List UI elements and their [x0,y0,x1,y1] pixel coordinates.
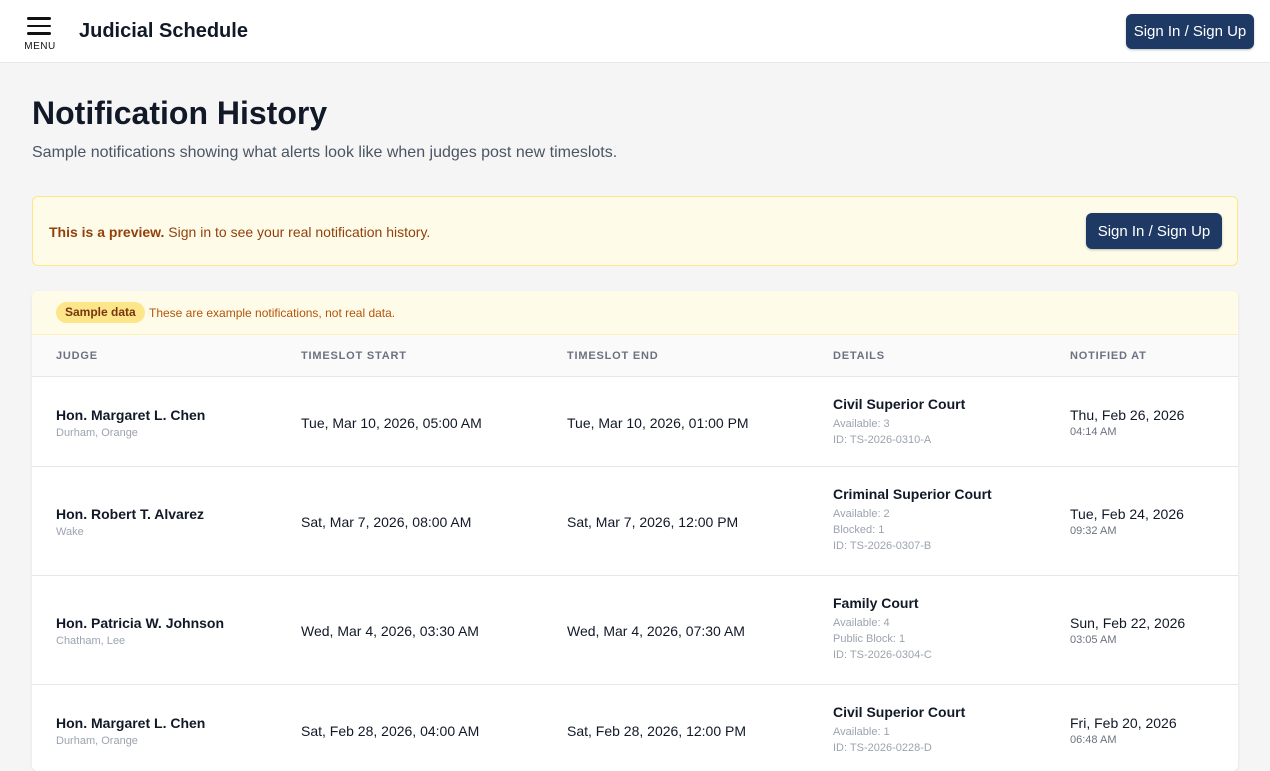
table-row[interactable]: Hon. Robert T. Alvarez Wake Sat, Mar 7, … [32,467,1238,576]
sample-data-badge: Sample data [56,302,145,323]
notified-time: 06:48 AM [1070,734,1117,746]
detail-available: Available: 1 [833,726,890,738]
notified-at-cell: Sun, Feb 22, 2026 03:05 AM [1070,615,1185,646]
column-header-timeslot-end: TIMESLOT END [567,350,659,362]
sample-data-strip: Sample data These are example notificati… [32,291,1238,335]
notified-at-cell: Thu, Feb 26, 2026 04:14 AM [1070,407,1184,438]
detail-available: Available: 3 [833,418,890,430]
preview-message-text: Sign in to see your real notification hi… [164,224,431,240]
notified-date: Tue, Feb 24, 2026 [1070,506,1184,522]
column-header-notified-at: NOTIFIED AT [1070,350,1147,362]
timeslot-id: ID: TS-2026-0307-B [833,540,932,552]
notified-time: 03:05 AM [1070,634,1117,646]
timeslot-end: Tue, Mar 10, 2026, 01:00 PM [567,415,749,431]
hamburger-icon [27,17,51,35]
header-sign-in-button[interactable]: Sign In / Sign Up [1126,14,1254,49]
timeslot-end: Sat, Feb 28, 2026, 12:00 PM [567,723,747,739]
court-type: Criminal Superior Court [833,486,992,502]
timeslot-start: Tue, Mar 10, 2026, 05:00 AM [301,415,482,431]
judge-counties: Chatham, Lee [56,635,126,647]
notified-at-cell: Tue, Feb 24, 2026 09:32 AM [1070,506,1184,537]
timeslot-id: ID: TS-2026-0304-C [833,649,932,661]
details-cell: Family Court Available: 4 Public Block: … [833,595,932,661]
timeslot-start: Wed, Mar 4, 2026, 03:30 AM [301,623,479,639]
detail-available: Available: 4 [833,617,890,629]
details-cell: Civil Superior Court Available: 1 ID: TS… [833,704,965,754]
preview-banner: This is a preview. Sign in to see your r… [32,196,1238,266]
table-header: JUDGE TIMESLOT START TIMESLOT END DETAIL… [32,335,1238,377]
notified-time: 09:32 AM [1070,525,1117,537]
judge-counties: Durham, Orange [56,427,138,439]
judge-counties: Wake [56,526,84,538]
sample-data-note: These are example notifications, not rea… [149,306,396,320]
column-header-judge: JUDGE [56,350,98,362]
judge-name: Hon. Margaret L. Chen [56,407,206,423]
notified-at-cell: Fri, Feb 20, 2026 06:48 AM [1070,715,1177,746]
court-type: Civil Superior Court [833,704,966,720]
timeslot-end: Sat, Mar 7, 2026, 12:00 PM [567,514,739,530]
page-title: Notification History [32,95,328,131]
table-row[interactable]: Hon. Margaret L. Chen Durham, Orange Sat… [32,685,1238,771]
preview-message-bold: This is a preview. [49,224,165,240]
judge-cell: Hon. Robert T. Alvarez Wake [56,506,204,538]
notifications-table: Sample data These are example notificati… [32,291,1238,771]
judge-name: Hon. Robert T. Alvarez [56,506,205,522]
page-subtitle: Sample notifications showing what alerts… [32,144,618,161]
notified-date: Thu, Feb 26, 2026 [1070,407,1185,423]
notified-time: 04:14 AM [1070,426,1117,438]
banner-sign-in-button[interactable]: Sign In / Sign Up [1086,213,1222,249]
detail-public-block: Public Block: 1 [833,633,906,645]
detail-blocked: Blocked: 1 [833,524,885,536]
menu-label: MENU [24,41,56,52]
judge-name: Hon. Margaret L. Chen [56,715,206,731]
app-title: Judicial Schedule [79,20,248,42]
judge-name: Hon. Patricia W. Johnson [56,615,225,631]
timeslot-end: Wed, Mar 4, 2026, 07:30 AM [567,623,745,639]
table-row[interactable]: Hon. Patricia W. Johnson Chatham, Lee We… [32,576,1238,685]
column-header-timeslot-start: TIMESLOT START [301,350,407,362]
timeslot-start: Sat, Mar 7, 2026, 08:00 AM [301,514,472,530]
court-type: Family Court [833,595,919,611]
preview-message: This is a preview. Sign in to see your r… [49,224,430,240]
details-cell: Civil Superior Court Available: 3 ID: TS… [833,396,965,446]
judge-cell: Hon. Margaret L. Chen Durham, Orange [56,715,205,747]
column-header-details: DETAILS [833,350,885,362]
court-type: Civil Superior Court [833,396,966,412]
notified-date: Fri, Feb 20, 2026 [1070,715,1177,731]
timeslot-id: ID: TS-2026-0310-A [833,434,932,446]
judge-cell: Hon. Patricia W. Johnson Chatham, Lee [56,615,224,647]
details-cell: Criminal Superior Court Available: 2 Blo… [833,486,992,552]
timeslot-id: ID: TS-2026-0228-D [833,742,932,754]
timeslot-start: Sat, Feb 28, 2026, 04:00 AM [301,723,480,739]
judge-counties: Durham, Orange [56,735,138,747]
notified-date: Sun, Feb 22, 2026 [1070,615,1186,631]
top-navigation-bar: MENU Judicial Schedule Sign In / Sign Up [0,0,1270,63]
table-row[interactable]: Hon. Margaret L. Chen Durham, Orange Tue… [32,377,1238,467]
detail-available: Available: 2 [833,508,890,520]
menu-button[interactable]: MENU [22,14,58,54]
judge-cell: Hon. Margaret L. Chen Durham, Orange [56,407,205,439]
